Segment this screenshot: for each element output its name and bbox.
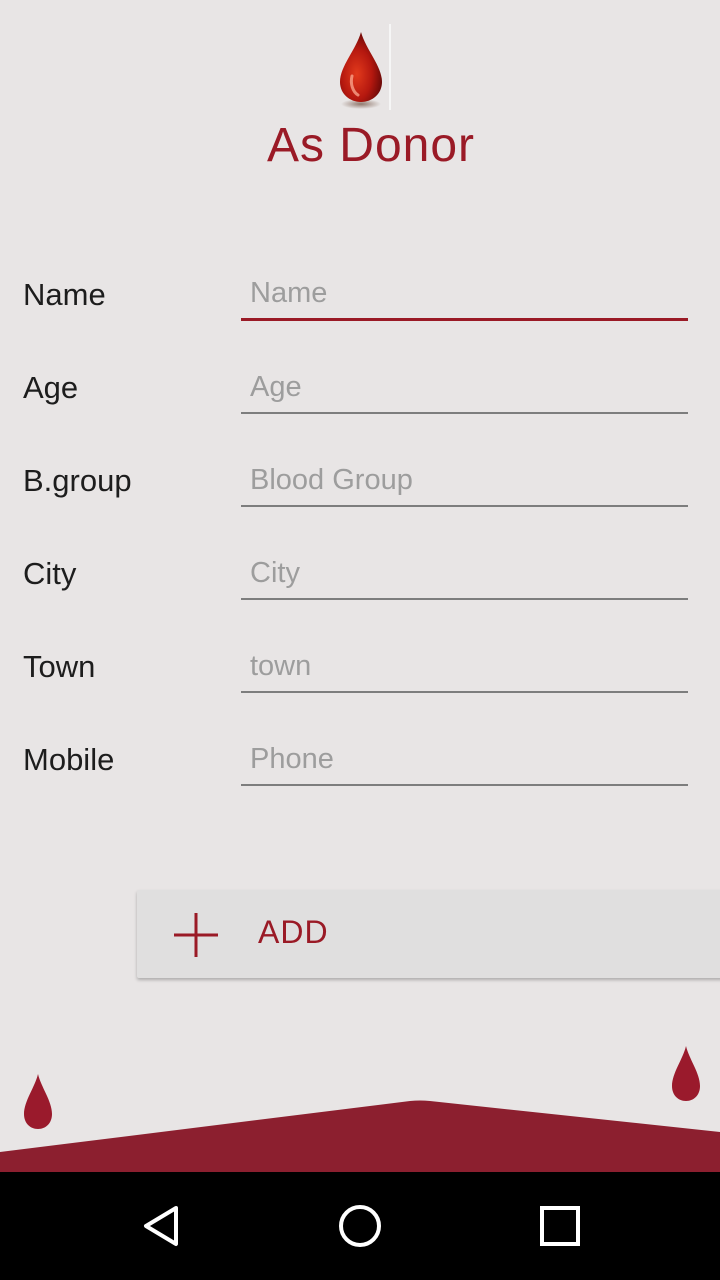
recents-icon[interactable] (530, 1196, 590, 1256)
bottom-wave-decoration (0, 1100, 720, 1172)
blood-group-row: B.group (0, 455, 720, 521)
name-label: Name (23, 277, 106, 312)
blood-group-label: B.group (23, 463, 132, 498)
blood-drop-icon (340, 32, 382, 109)
city-input[interactable] (241, 548, 688, 600)
town-row: Town (0, 641, 720, 707)
blood-group-input[interactable] (241, 455, 688, 507)
back-icon[interactable] (130, 1196, 190, 1256)
age-label: Age (23, 370, 79, 405)
city-row: City (0, 548, 720, 614)
system-navbar (0, 1172, 720, 1280)
mobile-label: Mobile (23, 742, 115, 777)
logo-divider (389, 24, 391, 110)
donor-screen: As Donor Name Age B.group City Town Mobi… (0, 0, 720, 1172)
name-input[interactable] (241, 269, 688, 321)
name-row: Name (0, 269, 720, 335)
add-button-label: ADD (258, 914, 329, 950)
add-button[interactable]: ADD (137, 890, 720, 978)
mobile-row: Mobile (0, 734, 720, 800)
city-label: City (23, 556, 77, 591)
phone-input[interactable] (241, 734, 688, 786)
town-input[interactable] (241, 641, 688, 693)
home-icon[interactable] (330, 1196, 390, 1256)
age-input[interactable] (241, 362, 688, 414)
age-row: Age (0, 362, 720, 428)
town-label: Town (23, 649, 96, 684)
plus-icon (174, 913, 218, 957)
page-title: As Donor (266, 119, 476, 172)
